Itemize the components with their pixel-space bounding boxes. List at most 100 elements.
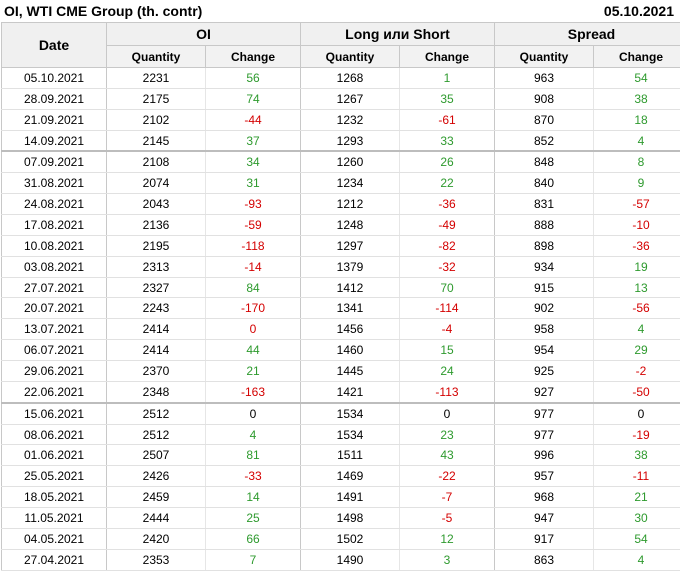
- cell-oi-quantity: 2512: [107, 424, 206, 445]
- table-row: 04.05.202124206615021291754: [2, 528, 680, 549]
- cell-spread-quantity: 848: [495, 151, 594, 172]
- cell-spread-quantity: 957: [495, 466, 594, 487]
- cell-oi-change: 25: [206, 508, 301, 529]
- cell-spread-change: 38: [594, 88, 680, 109]
- cell-date: 11.05.2021: [2, 508, 107, 529]
- cell-ls-change: 23: [400, 424, 495, 445]
- cell-oi-change: 56: [206, 68, 301, 89]
- table-row: 01.06.202125078115114399638: [2, 445, 680, 466]
- cell-date: 29.06.2021: [2, 361, 107, 382]
- cell-oi-change: 0: [206, 403, 301, 424]
- cell-ls-quantity: 1421: [301, 381, 400, 402]
- cell-oi-change: -93: [206, 194, 301, 215]
- oi-table: Date OI Long или Short Spread Quantity C…: [1, 22, 680, 571]
- cell-spread-quantity: 870: [495, 109, 594, 130]
- report-date: 05.10.2021: [604, 3, 674, 19]
- cell-ls-change: 15: [400, 340, 495, 361]
- cell-spread-quantity: 917: [495, 528, 594, 549]
- cell-date: 06.07.2021: [2, 340, 107, 361]
- cell-oi-change: -118: [206, 235, 301, 256]
- cell-spread-change: -56: [594, 298, 680, 319]
- cell-oi-change: -59: [206, 215, 301, 236]
- cell-oi-quantity: 2108: [107, 151, 206, 172]
- table-row: 10.08.20212195-1181297-82898-36: [2, 235, 680, 256]
- cell-date: 01.06.2021: [2, 445, 107, 466]
- cell-spread-quantity: 977: [495, 424, 594, 445]
- cell-oi-quantity: 2195: [107, 235, 206, 256]
- table-row: 18.05.20212459141491-796821: [2, 487, 680, 508]
- table-body: 05.10.2021223156126819635428.09.20212175…: [2, 68, 680, 571]
- column-header-ls-quantity: Quantity: [301, 46, 400, 68]
- cell-ls-change: -7: [400, 487, 495, 508]
- cell-ls-change: -4: [400, 319, 495, 340]
- cell-ls-quantity: 1341: [301, 298, 400, 319]
- cell-ls-change: -22: [400, 466, 495, 487]
- cell-ls-change: 43: [400, 445, 495, 466]
- column-header-date: Date: [2, 23, 107, 68]
- cell-spread-quantity: 958: [495, 319, 594, 340]
- cell-ls-quantity: 1234: [301, 173, 400, 194]
- cell-date: 31.08.2021: [2, 173, 107, 194]
- cell-date: 22.06.2021: [2, 381, 107, 402]
- cell-spread-change: 4: [594, 130, 680, 151]
- cell-oi-quantity: 2414: [107, 319, 206, 340]
- cell-spread-change: -10: [594, 215, 680, 236]
- cell-spread-change: -57: [594, 194, 680, 215]
- cell-ls-change: -49: [400, 215, 495, 236]
- cell-oi-change: 31: [206, 173, 301, 194]
- table-row: 08.06.202125124153423977-19: [2, 424, 680, 445]
- cell-oi-change: -33: [206, 466, 301, 487]
- cell-date: 18.05.2021: [2, 487, 107, 508]
- cell-spread-change: -2: [594, 361, 680, 382]
- cell-oi-quantity: 2074: [107, 173, 206, 194]
- cell-oi-quantity: 2512: [107, 403, 206, 424]
- cell-oi-change: 0: [206, 319, 301, 340]
- cell-ls-quantity: 1212: [301, 194, 400, 215]
- cell-ls-quantity: 1232: [301, 109, 400, 130]
- cell-spread-change: 54: [594, 68, 680, 89]
- cell-spread-quantity: 934: [495, 256, 594, 277]
- cell-ls-change: 33: [400, 130, 495, 151]
- cell-oi-quantity: 2459: [107, 487, 206, 508]
- cell-spread-change: -36: [594, 235, 680, 256]
- table-row: 17.08.20212136-591248-49888-10: [2, 215, 680, 236]
- cell-ls-change: -114: [400, 298, 495, 319]
- cell-ls-quantity: 1460: [301, 340, 400, 361]
- cell-ls-quantity: 1511: [301, 445, 400, 466]
- cell-spread-quantity: 852: [495, 130, 594, 151]
- cell-spread-change: 9: [594, 173, 680, 194]
- table-row: 28.09.202121757412673590838: [2, 88, 680, 109]
- table-row: 25.05.20212426-331469-22957-11: [2, 466, 680, 487]
- cell-ls-quantity: 1297: [301, 235, 400, 256]
- table-row: 27.07.202123278414127091513: [2, 277, 680, 298]
- group-header-oi: OI: [107, 23, 301, 46]
- cell-oi-quantity: 2414: [107, 340, 206, 361]
- cell-oi-quantity: 2175: [107, 88, 206, 109]
- cell-date: 20.07.2021: [2, 298, 107, 319]
- cell-spread-change: -50: [594, 381, 680, 402]
- cell-spread-change: 13: [594, 277, 680, 298]
- cell-date: 25.05.2021: [2, 466, 107, 487]
- table-row: 29.06.2021237021144524925-2: [2, 361, 680, 382]
- cell-oi-quantity: 2370: [107, 361, 206, 382]
- cell-spread-change: 18: [594, 109, 680, 130]
- table-row: 31.08.20212074311234228409: [2, 173, 680, 194]
- cell-date: 04.05.2021: [2, 528, 107, 549]
- cell-ls-change: -113: [400, 381, 495, 402]
- cell-date: 27.07.2021: [2, 277, 107, 298]
- cell-spread-quantity: 963: [495, 68, 594, 89]
- cell-date: 05.10.2021: [2, 68, 107, 89]
- column-header-oi-quantity: Quantity: [107, 46, 206, 68]
- table-row: 07.09.20212108341260268488: [2, 151, 680, 172]
- cell-spread-change: 8: [594, 151, 680, 172]
- cell-ls-change: 1: [400, 68, 495, 89]
- cell-oi-quantity: 2243: [107, 298, 206, 319]
- cell-oi-quantity: 2348: [107, 381, 206, 402]
- cell-oi-quantity: 2327: [107, 277, 206, 298]
- cell-date: 08.06.2021: [2, 424, 107, 445]
- cell-ls-change: 26: [400, 151, 495, 172]
- cell-oi-change: 14: [206, 487, 301, 508]
- cell-date: 28.09.2021: [2, 88, 107, 109]
- cell-oi-change: 84: [206, 277, 301, 298]
- cell-spread-quantity: 902: [495, 298, 594, 319]
